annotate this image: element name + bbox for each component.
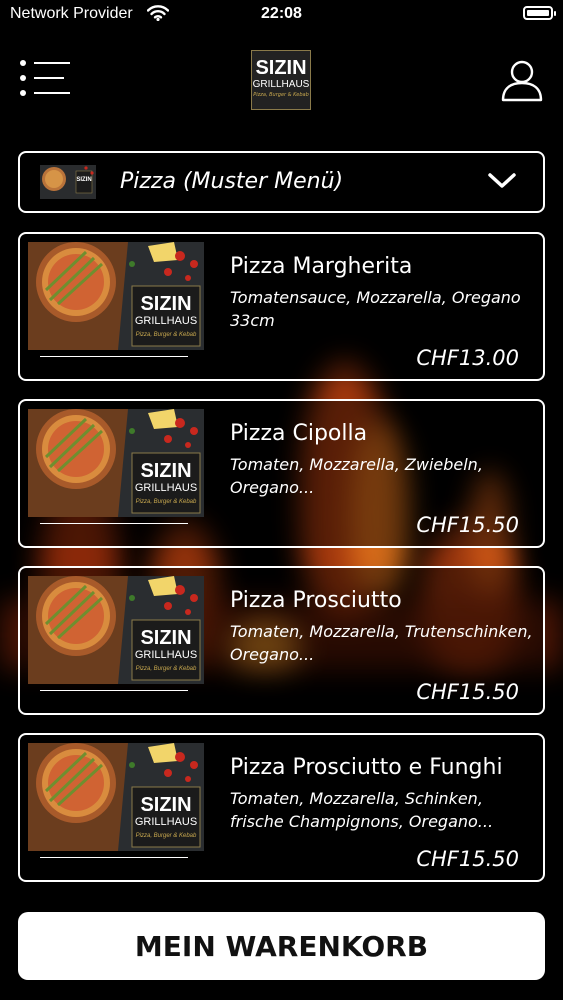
product-image-logo-title: SIZIN bbox=[140, 460, 191, 482]
product-image: SIZIN GRILLHAUS Pizza, Burger & Kebab bbox=[28, 576, 204, 684]
product-description: Tomatensauce, Mozzarella, Oregano 33cm bbox=[230, 288, 521, 330]
product-name: Pizza Cipolla bbox=[230, 421, 368, 446]
status-bar: Network Provider 22:08 bbox=[0, 0, 563, 30]
product-card[interactable]: SIZIN GRILLHAUS Pizza, Burger & Kebab Pi… bbox=[18, 232, 545, 381]
product-description: Tomaten, Mozzarella, Trutenschinken, Ore… bbox=[230, 622, 533, 664]
product-description: Tomaten, Mozzarella, Zwiebeln, Oregano..… bbox=[230, 455, 483, 497]
product-card[interactable]: SIZIN GRILLHAUS Pizza, Burger & Kebab Pi… bbox=[18, 733, 545, 882]
brand-logo: SIZIN GRILLHAUS Pizza, Burger & Kebab bbox=[251, 50, 311, 110]
clock: 22:08 bbox=[261, 5, 302, 22]
product-image-logo-subtitle: GRILLHAUS bbox=[135, 482, 197, 494]
product-image-logo-subtitle: GRILLHAUS bbox=[135, 649, 197, 661]
logo-title: SIZIN bbox=[255, 57, 307, 79]
logo-subtitle: GRILLHAUS bbox=[252, 79, 310, 90]
product-card[interactable]: SIZIN GRILLHAUS Pizza, Burger & Kebab Pi… bbox=[18, 566, 545, 715]
category-thumbnail: SIZIN bbox=[40, 165, 96, 199]
chevron-down-icon bbox=[488, 173, 516, 188]
product-image-logo-tagline: Pizza, Burger & Kebab bbox=[136, 332, 197, 338]
image-underline bbox=[40, 523, 188, 524]
product-description: Tomaten, Mozzarella, Schinken, frische C… bbox=[230, 789, 494, 831]
category-label: Pizza (Muster Menü) bbox=[120, 169, 344, 194]
product-price: CHF15.50 bbox=[416, 513, 519, 537]
product-image-logo-tagline: Pizza, Burger & Kebab bbox=[136, 666, 197, 672]
cart-button[interactable]: MEIN WARENKORB bbox=[18, 912, 545, 980]
product-image-logo-subtitle: GRILLHAUS bbox=[135, 315, 197, 327]
product-image: SIZIN GRILLHAUS Pizza, Burger & Kebab bbox=[28, 743, 204, 851]
hamburger-menu-icon[interactable] bbox=[20, 58, 72, 98]
image-underline bbox=[40, 356, 188, 357]
product-image-logo-tagline: Pizza, Burger & Kebab bbox=[136, 833, 197, 839]
category-thumbnail-logo: SIZIN bbox=[76, 177, 91, 183]
product-image-logo-title: SIZIN bbox=[140, 627, 191, 649]
product-name: Pizza Prosciutto bbox=[230, 588, 402, 613]
product-price: CHF15.50 bbox=[416, 680, 519, 704]
product-card[interactable]: SIZIN GRILLHAUS Pizza, Burger & Kebab Pi… bbox=[18, 399, 545, 548]
product-name: Pizza Margherita bbox=[230, 254, 413, 279]
product-image-logo-tagline: Pizza, Burger & Kebab bbox=[136, 499, 197, 505]
image-underline bbox=[40, 857, 188, 858]
product-price: CHF13.00 bbox=[416, 346, 519, 370]
product-image-logo-title: SIZIN bbox=[140, 293, 191, 315]
product-image: SIZIN GRILLHAUS Pizza, Burger & Kebab bbox=[28, 242, 204, 350]
battery-icon bbox=[523, 6, 556, 20]
user-icon[interactable] bbox=[500, 58, 544, 102]
product-image: SIZIN GRILLHAUS Pizza, Burger & Kebab bbox=[28, 409, 204, 517]
category-dropdown[interactable]: SIZIN Pizza (Muster Menü) bbox=[18, 151, 545, 213]
product-name: Pizza Prosciutto e Funghi bbox=[230, 755, 503, 780]
product-price: CHF15.50 bbox=[416, 847, 519, 871]
logo-tagline: Pizza, Burger & Kebab bbox=[253, 92, 309, 98]
product-image-logo-title: SIZIN bbox=[140, 794, 191, 816]
product-image-logo-subtitle: GRILLHAUS bbox=[135, 816, 197, 828]
image-underline bbox=[40, 690, 188, 691]
